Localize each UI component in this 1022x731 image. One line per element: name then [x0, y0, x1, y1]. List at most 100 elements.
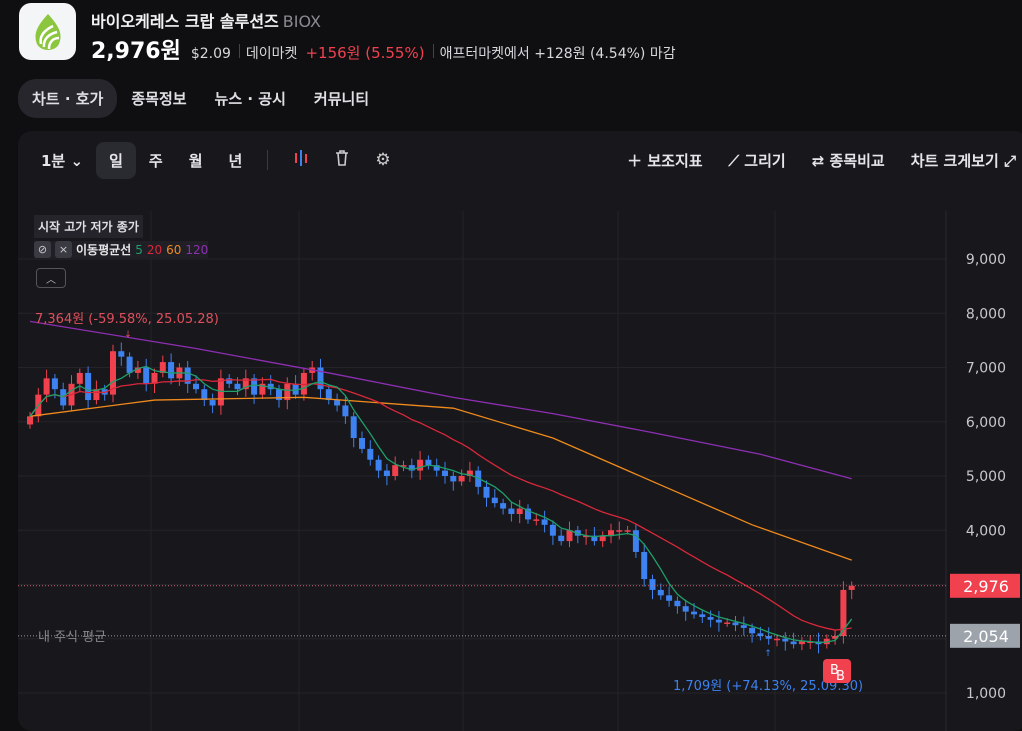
ma-legend: ⊘ × 이동평균선 5 20 60 120 [34, 241, 209, 258]
avg-price-label: 2,054 [963, 627, 1009, 646]
tab-news[interactable]: 뉴스 · 공시 [201, 79, 300, 118]
arrow-up-icon: ↑ [764, 649, 772, 659]
y-tick-label: 4,000 [966, 523, 1006, 539]
candle-body [516, 508, 523, 514]
after-market: 애프터마켓에서 +128원 (4.54%) 마감 [439, 46, 676, 62]
usd-price: $2.09 [190, 46, 231, 62]
high-annotation: 7,364원 (-59.58%, 25.05.28) [35, 312, 219, 327]
candle-body [425, 459, 432, 466]
candle-body [533, 519, 540, 521]
candle-body [491, 497, 498, 504]
candle-body [666, 595, 673, 601]
candle-body [558, 535, 565, 542]
tab-community[interactable]: 커뮤니티 [300, 79, 383, 118]
candle-body [691, 611, 697, 615]
candle-body [798, 641, 805, 645]
candle-body [350, 416, 357, 439]
candle-body [541, 519, 548, 525]
candle-body [657, 589, 664, 596]
ma-label: 이동평균선 [76, 243, 132, 257]
candle-body [417, 459, 424, 471]
candle-body [234, 383, 241, 390]
tab-info[interactable]: 종목정보 [117, 79, 200, 118]
candle-body [51, 378, 58, 390]
candle-body [649, 579, 656, 590]
y-tick-label: 6,000 [966, 415, 1006, 431]
arrow-down-icon: ↓ [124, 330, 132, 340]
candle-body [375, 459, 382, 471]
candle-body [566, 530, 573, 542]
candle-body [342, 405, 349, 417]
candle-body [251, 378, 258, 395]
candle-body [392, 465, 399, 476]
candle-body [383, 470, 390, 476]
day-change: +156원 (5.55%) [305, 44, 425, 62]
ohlc-legend: 시작 고가 저가 종가 [34, 215, 143, 238]
candle-body [624, 530, 631, 532]
ma5-label: 5 [135, 242, 143, 257]
ma120-label: 120 [185, 242, 209, 257]
candle-body [632, 530, 639, 552]
candle-body [641, 551, 648, 580]
candle-body [143, 367, 150, 384]
candle-body [85, 372, 92, 401]
candle-body [749, 627, 756, 634]
candle-body [782, 638, 789, 642]
y-tick-label: 9,000 [966, 252, 1006, 268]
candle-body [76, 372, 83, 384]
candle-body [118, 351, 125, 357]
company-logo [19, 3, 76, 60]
candle-body [724, 622, 731, 624]
chart-panel: 1분 ⌄ 일 주 월 년 ⚙ ＋ 보조지표 ⟋ 그리기 ⇄ 종목비교 차트 크게… [18, 131, 1022, 731]
collapse-legend-button[interactable]: ︿ [36, 268, 66, 288]
candle-body [442, 470, 448, 476]
day-market-label: 데이마켓 [245, 46, 298, 62]
current-price: 2,976원 [91, 39, 181, 64]
candle-body [508, 508, 515, 514]
price-row: 2,976원 $2.09 데이마켓 +156원 (5.55%) 애프터마켓에서 … [91, 33, 676, 65]
candle-body [209, 400, 216, 406]
candle-body [450, 476, 457, 482]
ma20-line [29, 378, 852, 631]
candle-body [790, 641, 797, 645]
tab-chart[interactable]: 차트 · 호가 [18, 79, 118, 118]
y-tick-label: 7,000 [966, 361, 1006, 377]
candle-body [458, 476, 465, 482]
main-tabs: 차트 · 호가 종목정보 뉴스 · 공시 커뮤니티 [18, 79, 383, 118]
candle-body [774, 638, 780, 641]
candle-body [27, 416, 33, 425]
candle-body [43, 378, 50, 395]
candle-body [674, 600, 681, 607]
candle-body [126, 356, 133, 373]
y-tick-label: 1,000 [966, 686, 1006, 702]
candle-body [367, 448, 374, 460]
candle-body [201, 389, 208, 401]
candle-body [682, 606, 689, 612]
candle-body [168, 362, 175, 379]
price-chart[interactable]: 9,000 8,000 7,000 6,000 5,000 4,000 1,000 2,976… [18, 131, 1022, 731]
candle-body [500, 503, 507, 509]
candle-body [765, 636, 772, 639]
current-price-label: 2,976 [963, 577, 1009, 596]
ma60-label: 60 [166, 242, 182, 257]
candle-body [715, 619, 722, 623]
candle-body [848, 585, 855, 590]
candle-body [707, 617, 714, 620]
eye-off-icon[interactable]: ⊘ [34, 241, 51, 258]
y-tick-label: 8,000 [966, 306, 1006, 322]
candle-body [334, 400, 341, 406]
company-name: 바이오케레스 크랍 솔루션즈 BIOX [91, 12, 322, 31]
avg-text: 내 주식 평균 [38, 630, 106, 645]
candle-body [483, 486, 490, 498]
candle-body [732, 622, 739, 626]
candle-body [616, 530, 623, 532]
candle-body [740, 625, 747, 628]
close-icon[interactable]: × [55, 241, 72, 258]
ma20-label: 20 [146, 242, 163, 257]
candle-body [193, 383, 199, 390]
buy-marker-label: B [836, 669, 845, 684]
candle-body [699, 614, 706, 618]
candle-body [359, 438, 365, 449]
y-tick-label: 5,000 [966, 469, 1006, 485]
candle-body [549, 524, 556, 536]
